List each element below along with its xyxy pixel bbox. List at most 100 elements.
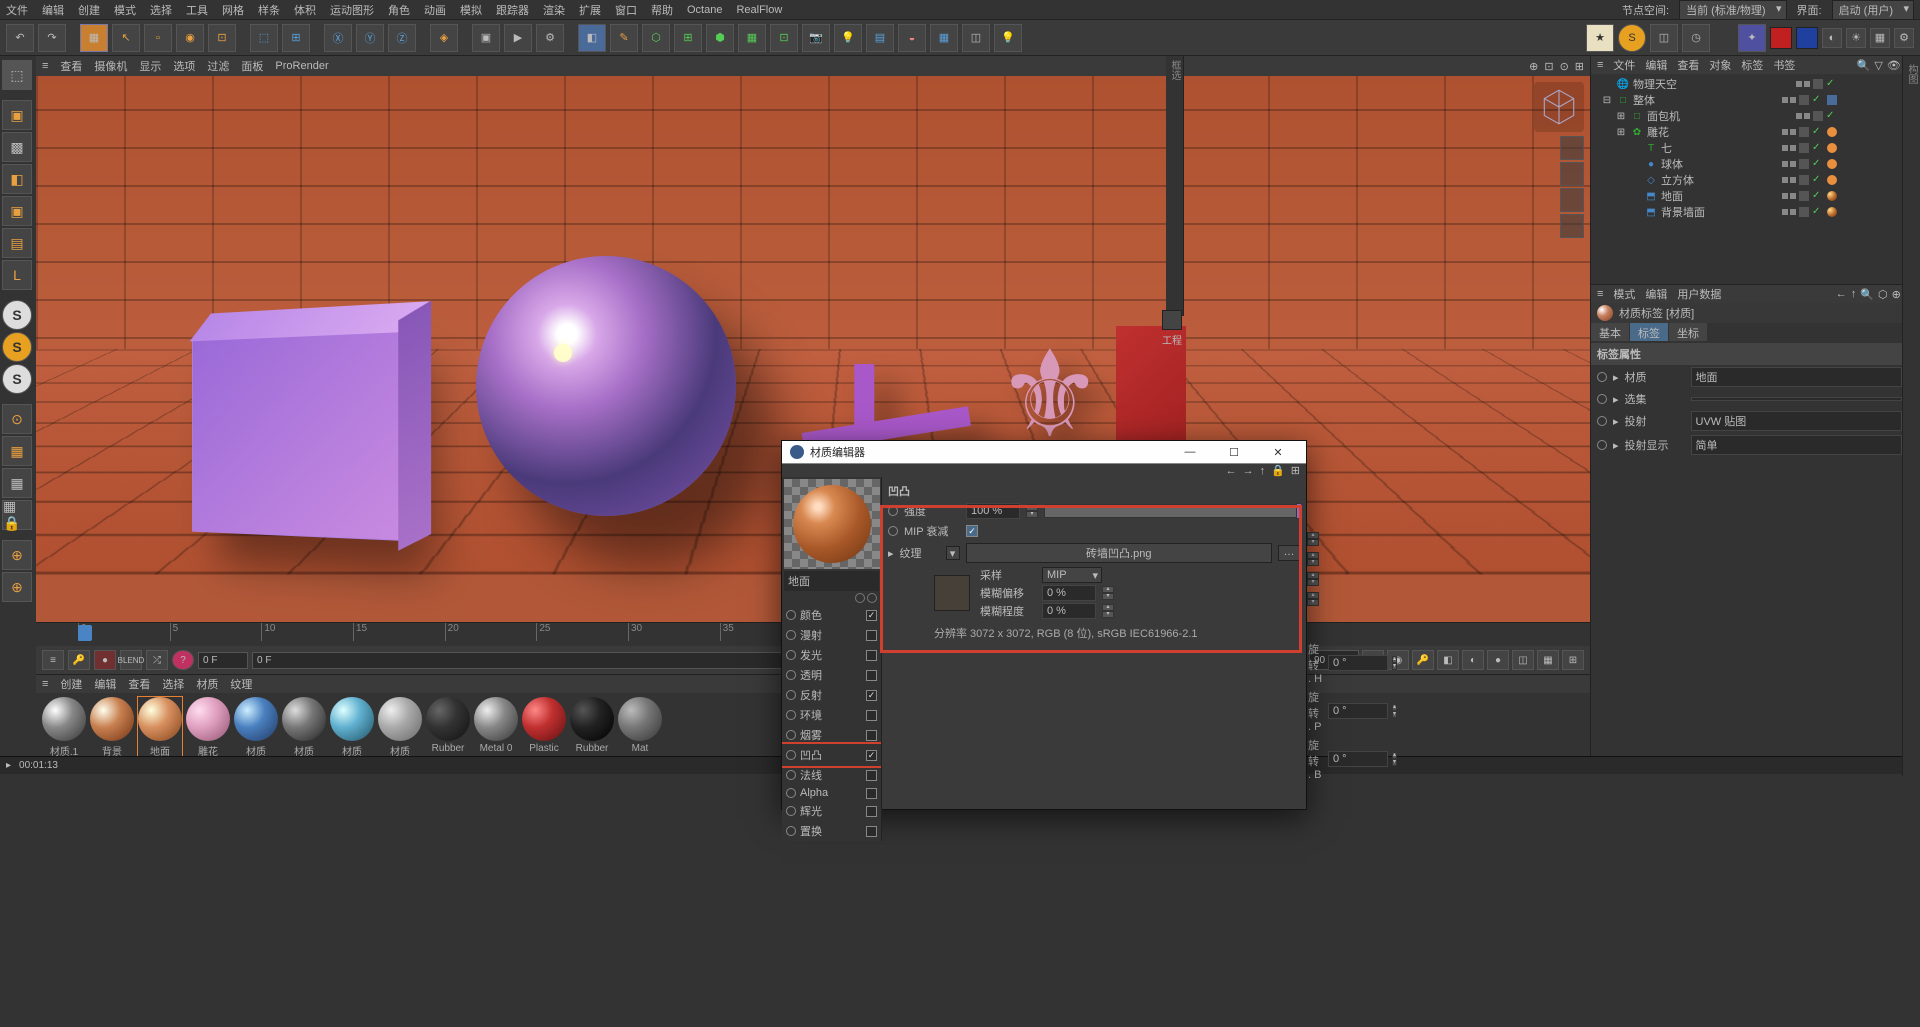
am-edit[interactable]: 编辑 (1645, 286, 1667, 302)
lt-s1[interactable]: S (2, 300, 32, 330)
me-max-button[interactable]: ☐ (1214, 441, 1254, 463)
me-chan-radio[interactable] (786, 710, 796, 720)
material-item[interactable]: Mat (618, 697, 662, 754)
material-item[interactable]: Plastic (522, 697, 566, 754)
lt-poly[interactable]: L (2, 260, 32, 290)
material-item[interactable]: 雕花 (186, 697, 230, 756)
me-chan-radio[interactable] (786, 730, 796, 740)
me-lock[interactable]: 🔒 (1271, 464, 1285, 477)
object-tree[interactable]: 🌐物理天空✓⊟□整体✓⊞□面包机✓⊞✿雕花✓T七✓●球体✓◇立方体✓⬒地面✓⬒背… (1591, 74, 1920, 284)
attr-spinner[interactable]: ▴▾ (1307, 572, 1319, 586)
me-blurscale-input[interactable]: 0 % (1042, 603, 1096, 619)
tree-row[interactable]: ⊞✿雕花✓ (1593, 124, 1918, 140)
tl-keysel[interactable]: 🔑 (1412, 650, 1434, 670)
attr-value[interactable]: 0 ° (1328, 655, 1388, 671)
me-chan-radio[interactable] (786, 770, 796, 780)
tree-tag[interactable] (1798, 126, 1810, 138)
attr-tab-tag[interactable]: 标签 (1630, 323, 1669, 341)
me-chan-radio[interactable] (786, 610, 796, 620)
me-nav-up[interactable]: ↑ (1260, 465, 1266, 477)
attr-spinner[interactable]: ▴▾ (1307, 592, 1319, 606)
tl-opt1[interactable]: ◧ (1437, 650, 1459, 670)
me-chan-checkbox[interactable] (866, 806, 877, 817)
mm-edit[interactable]: 编辑 (94, 676, 116, 692)
lt-snap2[interactable]: ⊕ (2, 572, 32, 602)
om-bookmarks[interactable]: 书签 (1773, 57, 1795, 73)
prim-bulb[interactable]: 💡 (994, 24, 1022, 52)
mm-create[interactable]: 创建 (60, 676, 82, 692)
menu-animate[interactable]: 动画 (424, 2, 446, 18)
tree-tag[interactable] (1798, 94, 1810, 106)
menu-select[interactable]: 选择 (150, 2, 172, 18)
me-prev-switch2[interactable] (867, 593, 877, 603)
attr-value[interactable]: 0 ° (1328, 751, 1388, 767)
me-sample-dropdown[interactable]: MIP (1042, 567, 1102, 583)
tree-tag[interactable] (1812, 110, 1824, 122)
proj-icon[interactable] (1162, 310, 1182, 330)
tree-tag[interactable]: ✓ (1812, 190, 1824, 202)
vp-prorender[interactable]: ProRender (275, 60, 328, 72)
recent-tool[interactable]: ⬚ (250, 24, 278, 52)
rp-grid[interactable]: ▦ (1870, 28, 1890, 48)
rp-sun[interactable]: ☀ (1846, 28, 1866, 48)
attr-radio[interactable] (1597, 394, 1607, 404)
menu-help[interactable]: 帮助 (651, 2, 673, 18)
me-channel-烟雾[interactable]: 烟雾 (782, 725, 881, 745)
me-channel-凹凸[interactable]: 凹凸 ✓ (782, 745, 881, 765)
interface-dropdown[interactable]: 启动 (用户) (1832, 0, 1914, 20)
tree-tag[interactable] (1826, 126, 1838, 138)
me-preview[interactable] (784, 479, 880, 569)
tree-tag[interactable] (1826, 158, 1838, 170)
plugin-octane[interactable]: S (1618, 24, 1646, 52)
nav-cube[interactable] (1534, 82, 1584, 132)
coord-sys[interactable]: ◈ (430, 24, 458, 52)
render-settings[interactable]: ⚙ (536, 24, 564, 52)
mm-select[interactable]: 选择 (162, 676, 184, 692)
tree-row[interactable]: 🌐物理天空✓ (1593, 76, 1918, 92)
lt-lock[interactable]: ▦🔒 (2, 500, 32, 530)
am-new[interactable]: ⊕ (1892, 288, 1901, 301)
attr-radio[interactable] (1597, 416, 1607, 426)
tl-q[interactable]: ? (172, 650, 194, 670)
om-search[interactable]: 🔍 (1857, 59, 1871, 72)
attr-spinner[interactable]: ▴▾ (1392, 704, 1397, 718)
am-fwd[interactable]: ↑ (1851, 288, 1857, 301)
om-menu-icon[interactable]: ≡ (1597, 59, 1603, 71)
vp-display[interactable]: 显示 (139, 58, 161, 74)
tree-expander[interactable] (1629, 174, 1641, 186)
rp-half[interactable]: ◐ (1822, 28, 1842, 48)
tree-tag[interactable] (1798, 174, 1810, 186)
me-chan-checkbox[interactable] (866, 770, 877, 781)
tl-opt6[interactable]: ⊞ (1562, 650, 1584, 670)
misc-tool[interactable]: ⊡ (208, 24, 236, 52)
menu-simulate[interactable]: 模拟 (460, 2, 482, 18)
lt-edge[interactable]: ▤ (2, 228, 32, 258)
prim-cube[interactable]: ◧ (578, 24, 606, 52)
node-space-dropdown[interactable]: 当前 (标准/物理) (1679, 0, 1786, 20)
prim-generator[interactable]: ⊞ (674, 24, 702, 52)
me-channel-透明[interactable]: 透明 (782, 665, 881, 685)
me-bluroff-spin[interactable]: ▴▾ (1102, 586, 1114, 600)
tree-expander[interactable] (1629, 142, 1641, 154)
mm-material[interactable]: 材质 (196, 676, 218, 692)
material-item[interactable]: 材质 (330, 697, 374, 756)
me-chan-radio[interactable] (786, 826, 796, 836)
sb-thin-1[interactable]: 构图 (1904, 60, 1919, 88)
me-chan-checkbox[interactable] (866, 788, 877, 799)
redo-button[interactable]: ↷ (38, 24, 66, 52)
me-chan-radio[interactable] (786, 806, 796, 816)
prim-tag[interactable]: ◒ (898, 24, 926, 52)
menu-create[interactable]: 创建 (78, 2, 100, 18)
om-tags[interactable]: 标签 (1741, 57, 1763, 73)
menu-mode[interactable]: 模式 (114, 2, 136, 18)
me-chan-checkbox[interactable] (866, 670, 877, 681)
prim-sky[interactable]: ▦ (930, 24, 958, 52)
vp-side-2[interactable] (1560, 162, 1584, 186)
plugin1[interactable]: ★ (1586, 24, 1614, 52)
tree-tag[interactable]: ✓ (1812, 174, 1824, 186)
menu-mesh[interactable]: 网格 (222, 2, 244, 18)
attr-spinner[interactable]: ▴▾ (1392, 656, 1397, 670)
tree-tag[interactable] (1812, 78, 1824, 90)
lt-model[interactable]: ▣ (2, 100, 32, 130)
z-axis[interactable]: Ⓩ (388, 24, 416, 52)
